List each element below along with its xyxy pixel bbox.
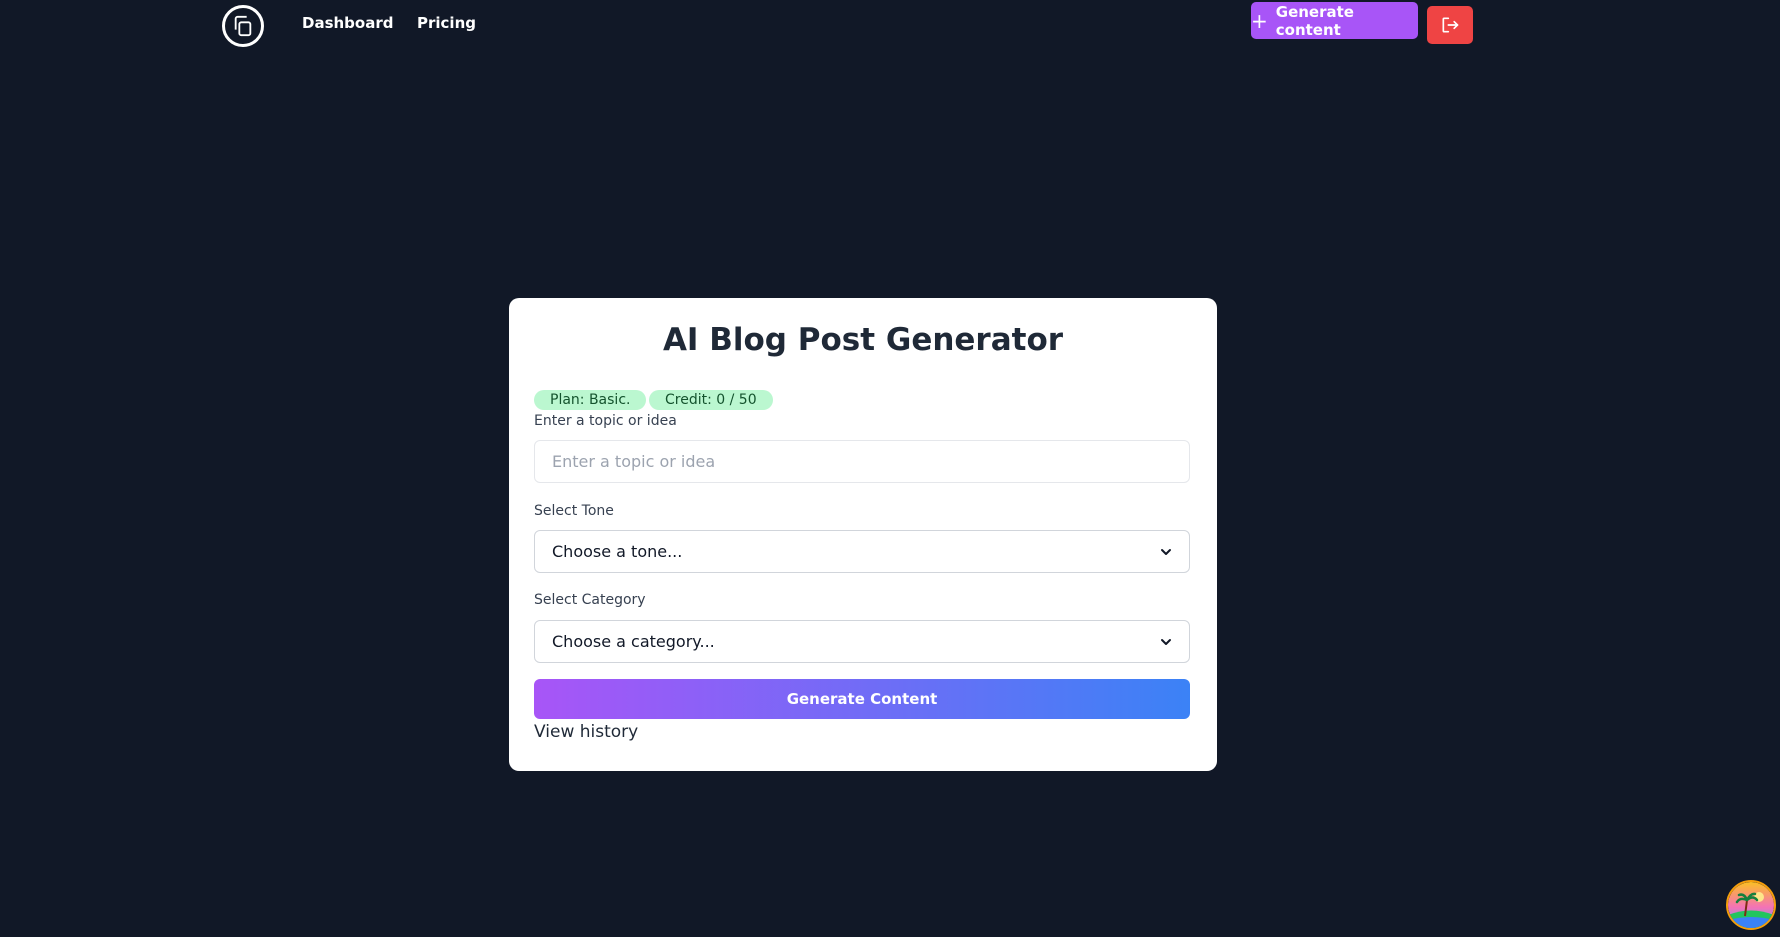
generate-content-nav-label: Generate content xyxy=(1275,2,1354,39)
logout-icon xyxy=(1442,17,1459,33)
view-history-link[interactable]: View history xyxy=(534,722,638,742)
generate-content-button[interactable]: Generate Content xyxy=(534,679,1190,719)
logo[interactable] xyxy=(222,5,264,47)
chevron-down-icon xyxy=(1161,638,1171,645)
plan-badge: Plan: Basic. xyxy=(534,390,647,410)
credit-badge: Credit: 0 / 50 xyxy=(649,390,773,410)
category-select[interactable]: Choose a category... xyxy=(534,620,1190,663)
plus-icon: + xyxy=(1251,8,1268,33)
topic-label: Enter a topic or idea xyxy=(534,413,677,429)
nav-link-pricing[interactable]: Pricing xyxy=(417,14,476,32)
tone-select-value: Choose a tone... xyxy=(552,542,683,561)
generator-card: AI Blog Post Generator Plan: Basic. Cred… xyxy=(509,298,1217,771)
beach-avatar-icon[interactable] xyxy=(1726,880,1776,930)
page-title: AI Blog Post Generator xyxy=(662,322,1064,358)
tone-label: Select Tone xyxy=(534,503,614,519)
logout-button[interactable] xyxy=(1427,6,1473,44)
category-label: Select Category xyxy=(534,592,646,608)
copy-icon xyxy=(234,15,252,37)
chevron-down-icon xyxy=(1161,548,1171,555)
tone-select[interactable]: Choose a tone... xyxy=(534,530,1190,573)
nav-link-dashboard[interactable]: Dashboard xyxy=(302,14,393,32)
topic-input[interactable] xyxy=(534,440,1190,483)
navbar: Dashboard Pricing + Generate content xyxy=(0,0,1780,50)
generate-content-nav-button[interactable]: + Generate content xyxy=(1251,2,1418,39)
category-select-value: Choose a category... xyxy=(552,632,715,651)
